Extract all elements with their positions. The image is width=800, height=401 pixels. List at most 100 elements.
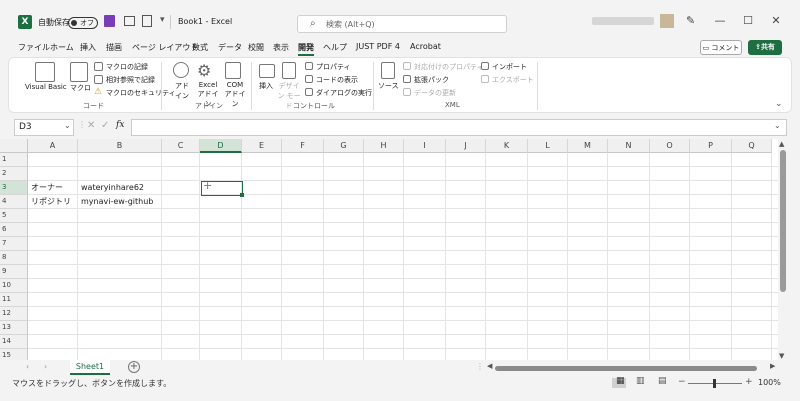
tab-draw[interactable]: 描画	[106, 42, 122, 53]
zoom-out-button[interactable]: −	[678, 377, 686, 387]
run-dialog-button[interactable]: ダイアログの実行	[316, 88, 372, 98]
document-icon[interactable]	[142, 15, 152, 27]
column-header-D[interactable]: D	[200, 139, 242, 153]
vertical-scroll-thumb[interactable]	[780, 150, 786, 292]
tab-just-pdf[interactable]: JUST PDF 4	[356, 42, 400, 51]
tab-view[interactable]: 表示	[273, 42, 289, 53]
zoom-in-button[interactable]: +	[745, 377, 753, 387]
tab-data[interactable]: データ	[218, 42, 242, 53]
row-header-15[interactable]: 15	[0, 349, 28, 360]
row-header-10[interactable]: 10	[0, 279, 28, 293]
cell-B4[interactable]: mynavi-ew-github	[79, 195, 153, 209]
minimize-button[interactable]: —	[710, 14, 730, 30]
import-button[interactable]: インポート	[492, 62, 527, 72]
scroll-down-icon[interactable]: ▼	[779, 352, 784, 360]
expand-formula-bar-icon[interactable]: ⌄	[774, 121, 781, 130]
formula-input[interactable]	[131, 119, 787, 136]
column-header-C[interactable]: C	[162, 139, 200, 153]
column-header-L[interactable]: L	[528, 139, 568, 153]
insert-control-icon[interactable]	[259, 64, 275, 78]
autosave-toggle[interactable]: オフ	[68, 17, 98, 29]
cell-A4[interactable]: リポジトリ	[29, 195, 71, 209]
xml-source-icon[interactable]	[381, 62, 395, 79]
column-header-K[interactable]: K	[486, 139, 528, 153]
visual-basic-icon[interactable]	[35, 62, 55, 82]
row-header-7[interactable]: 7	[0, 237, 28, 251]
gear-icon[interactable]: ⚙	[197, 61, 211, 80]
horizontal-scroll-thumb[interactable]	[495, 366, 757, 371]
scroll-right-icon[interactable]: ▶	[770, 362, 775, 370]
relative-reference-button[interactable]: 相対参照で記録	[106, 75, 155, 85]
scroll-left-icon[interactable]: ◀	[487, 362, 492, 370]
expansion-pack-button[interactable]: 拡張パック	[414, 75, 449, 85]
tab-acrobat[interactable]: Acrobat	[410, 42, 441, 51]
cell-B3[interactable]: wateryinhare62	[79, 181, 144, 195]
tab-developer[interactable]: 開発	[298, 42, 314, 56]
tab-help[interactable]: ヘルプ	[323, 42, 347, 53]
column-header-A[interactable]: A	[28, 139, 78, 153]
macro-button[interactable]: マクロ	[70, 83, 91, 93]
page-break-icon[interactable]: ▤	[658, 376, 667, 386]
sheet-tab-sheet1[interactable]: Sheet1	[70, 360, 110, 375]
fill-handle[interactable]	[240, 193, 244, 197]
column-header-H[interactable]: H	[364, 139, 404, 153]
insert-control-button[interactable]: 挿入	[259, 81, 273, 91]
next-sheet-icon[interactable]: ›	[44, 362, 47, 371]
row-header-6[interactable]: 6	[0, 223, 28, 237]
enter-check-icon[interactable]: ✓	[101, 120, 109, 131]
column-header-J[interactable]: J	[446, 139, 486, 153]
column-header-Q[interactable]: Q	[732, 139, 772, 153]
visual-basic-button[interactable]: Visual Basic	[25, 83, 67, 91]
row-header-13[interactable]: 13	[0, 321, 28, 335]
tab-home[interactable]: ホーム	[50, 42, 74, 53]
export-button[interactable]: エクスポート	[492, 75, 534, 85]
add-sheet-button[interactable]: +	[128, 361, 140, 373]
scroll-up-icon[interactable]: ▲	[779, 140, 784, 148]
row-header-1[interactable]: 1	[0, 153, 28, 167]
column-header-P[interactable]: P	[690, 139, 732, 153]
column-header-G[interactable]: G	[324, 139, 364, 153]
tab-review[interactable]: 校閲	[248, 42, 264, 53]
spreadsheet-grid[interactable]: ABCDEFGHIJKLMNOPQ 1 2 3 4 5 6 7 8 9 10 11 12 13 14 15 …	[0, 139, 778, 360]
row-header-12[interactable]: 12	[0, 307, 28, 321]
row-header-3[interactable]: 3	[0, 181, 28, 195]
save-icon[interactable]	[104, 15, 115, 27]
column-header-N[interactable]: N	[608, 139, 650, 153]
view-code-button[interactable]: コードの表示	[316, 75, 358, 85]
properties-button[interactable]: プロパティ	[316, 62, 351, 72]
page-layout-icon[interactable]: ▥	[636, 376, 645, 386]
map-properties-button[interactable]: 対応付けのプロパティ	[414, 62, 484, 72]
tab-file[interactable]: ファイル	[18, 42, 50, 53]
com-addin-button[interactable]: COM アドイン	[223, 81, 247, 109]
prev-sheet-icon[interactable]: ‹	[26, 362, 29, 371]
zoom-slider-thumb[interactable]	[713, 379, 716, 388]
column-header-O[interactable]: O	[650, 139, 690, 153]
cancel-icon[interactable]: ✕	[87, 120, 95, 131]
refresh-data-button[interactable]: データの更新	[414, 88, 456, 98]
column-header-E[interactable]: E	[242, 139, 282, 153]
column-header-B[interactable]: B	[78, 139, 162, 153]
tab-splitter-icon[interactable]: ⋮	[476, 362, 484, 371]
row-header-14[interactable]: 14	[0, 335, 28, 349]
pen-icon[interactable]: ✎	[686, 14, 695, 27]
addin-button[interactable]: アド イン	[175, 81, 189, 101]
name-box-dropdown-icon[interactable]: ⌄	[64, 121, 71, 130]
tab-insert[interactable]: 挿入	[80, 42, 96, 53]
cell-A3[interactable]: オーナー	[29, 181, 63, 195]
insert-function-icon[interactable]: fx	[116, 120, 124, 130]
row-header-11[interactable]: 11	[0, 293, 28, 307]
addin-icon[interactable]	[173, 62, 189, 78]
row-header-2[interactable]: 2	[0, 167, 28, 181]
design-mode-icon[interactable]	[282, 62, 296, 79]
tab-page-layout[interactable]: ページ レイアウト	[132, 42, 198, 53]
column-header-F[interactable]: F	[282, 139, 324, 153]
column-header-M[interactable]: M	[568, 139, 608, 153]
comment-button[interactable]: ▭ コメント	[700, 40, 742, 55]
close-button[interactable]: ✕	[766, 14, 786, 30]
record-macro-button[interactable]: マクロの記録	[106, 62, 148, 72]
com-addin-icon[interactable]	[225, 62, 241, 79]
account-name-blurred[interactable]	[592, 17, 654, 25]
macro-icon[interactable]	[70, 62, 88, 82]
search-box[interactable]: ⌕ 検索 (Alt+Q)	[297, 15, 507, 33]
collapse-ribbon-icon[interactable]: ⌄	[775, 99, 783, 109]
